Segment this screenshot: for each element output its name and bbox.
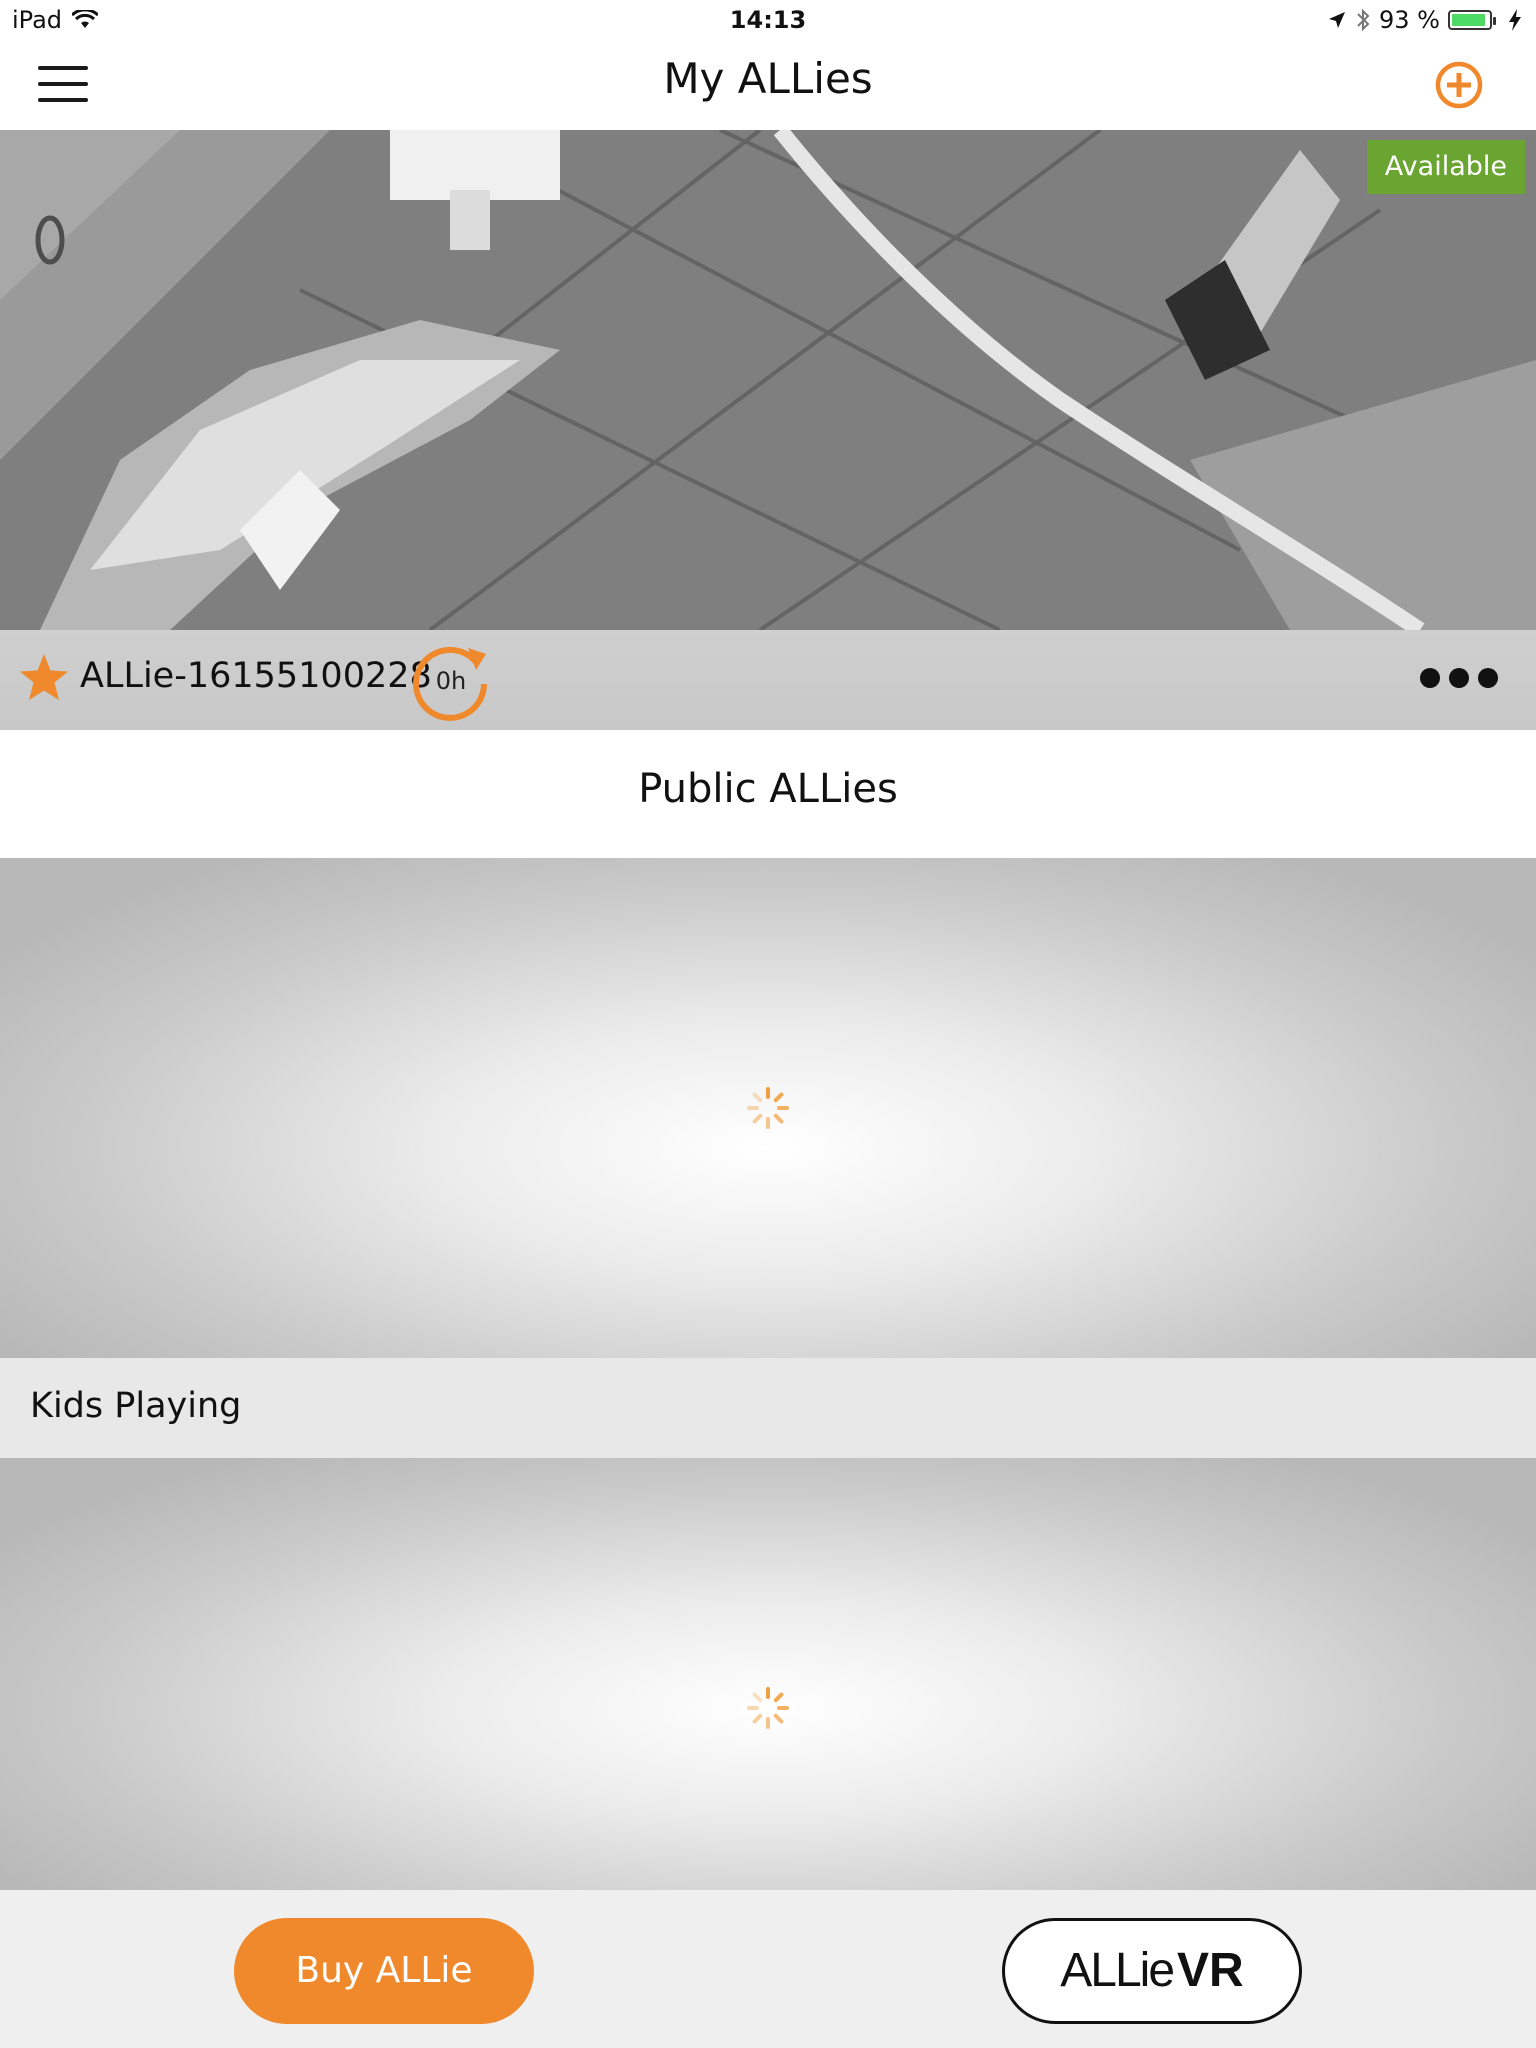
vr-logo-text: ALLie [1060, 1944, 1175, 1997]
battery-percent: 93 % [1379, 6, 1440, 34]
battery-icon [1448, 10, 1496, 30]
more-options-button[interactable] [1420, 668, 1498, 692]
hours-label: 0h [435, 667, 467, 695]
battery-level [1452, 14, 1486, 26]
loading-spinner-icon [747, 1687, 789, 1729]
nav-bar: My ALLies [0, 40, 1536, 130]
charging-bolt-icon [1509, 9, 1521, 31]
status-badge: Available [1366, 140, 1525, 194]
allie-vr-button[interactable]: ALLieVR [1002, 1918, 1302, 2024]
status-right: 93 % [1327, 6, 1522, 34]
add-allie-button[interactable] [1434, 60, 1484, 110]
section-title: Public ALLies [638, 766, 898, 812]
bottom-toolbar: Buy ALLie ALLieVR [0, 1890, 1536, 2048]
favorite-star-icon[interactable] [18, 652, 70, 704]
loading-spinner-icon [747, 1087, 789, 1129]
public-stream-thumbnail[interactable] [0, 1458, 1536, 1890]
status-bar: iPad 14:13 93 % [0, 0, 1536, 40]
location-arrow-icon [1329, 12, 1346, 28]
vr-logo-suffix: VR [1177, 1944, 1244, 1997]
device-info-bar: ALLie-16155100228 0h [0, 630, 1536, 730]
dot-icon [1420, 668, 1440, 688]
device-name: ALLie-16155100228 [80, 656, 432, 696]
buy-allie-button[interactable]: Buy ALLie [234, 1918, 534, 2024]
stream-label: Kids Playing [30, 1386, 242, 1426]
dot-icon [1449, 668, 1469, 688]
page-title: My ALLies [663, 54, 873, 103]
dot-icon [1478, 668, 1498, 688]
camera-feed[interactable]: Available [0, 130, 1536, 630]
camera-snapshot-image [0, 130, 1536, 630]
status-time: 14:13 [729, 6, 807, 34]
public-stream-thumbnail[interactable] [0, 858, 1536, 1358]
stream-label-bar[interactable]: Kids Playing [0, 1358, 1536, 1458]
bluetooth-icon [1357, 8, 1370, 32]
